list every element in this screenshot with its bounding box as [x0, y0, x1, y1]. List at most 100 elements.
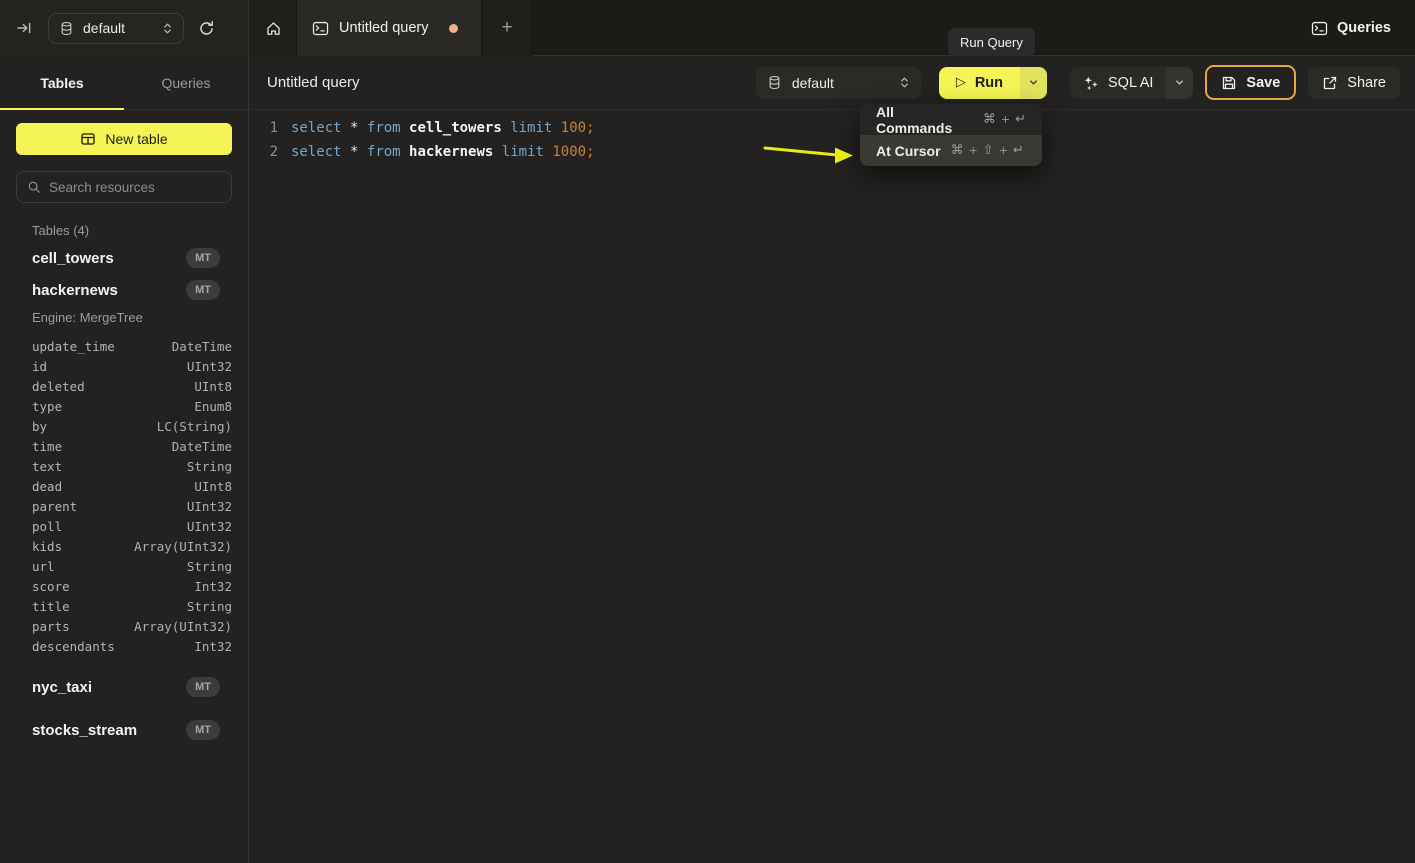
tab-home[interactable]	[250, 0, 297, 56]
top-bar: Untitled query + default Queries	[0, 0, 1415, 56]
column-row: url String	[32, 556, 232, 576]
column-type: DateTime	[172, 339, 232, 354]
key-glyph: ↵	[1013, 143, 1024, 158]
code-line[interactable]: 1 select * from cell_towers limit 100;	[250, 116, 1415, 140]
save-button[interactable]: Save	[1205, 65, 1296, 100]
tab-untitled-query[interactable]: Untitled query	[297, 0, 482, 56]
run-button: ▷ Run	[939, 67, 1047, 99]
key-glyph: ↵	[1015, 112, 1026, 127]
share-icon	[1322, 75, 1338, 91]
engine-badge: MT	[186, 280, 220, 300]
run-button-dropdown[interactable]	[1020, 67, 1047, 99]
database-selector-toolbar[interactable]: default	[756, 67, 921, 99]
sql-ai-button-label: SQL AI	[1108, 75, 1153, 91]
code-area: 1 select * from cell_towers limit 100; 2 se…	[250, 116, 1415, 164]
save-icon	[1221, 75, 1237, 91]
table-engine-label: Engine: MergeTree	[0, 306, 248, 328]
run-menu: All Commands⌘+↵At Cursor⌘+⇧+↵	[860, 104, 1042, 166]
tab-label: Untitled query	[339, 20, 428, 36]
code-line[interactable]: 2 select * from hackernews limit 1000;	[250, 140, 1415, 164]
collapse-sidebar-icon[interactable]	[16, 20, 32, 36]
new-table-button[interactable]: New table	[16, 123, 232, 155]
engine-badge: MT	[186, 720, 220, 740]
query-title: Untitled query	[267, 74, 360, 91]
column-row: type Enum8	[32, 396, 232, 416]
table-row[interactable]: hackernewsMT	[0, 274, 248, 306]
plus-separator: +	[999, 144, 1008, 157]
table-row[interactable]: nyc_taxiMT	[0, 671, 248, 703]
database-icon	[767, 75, 782, 90]
run-query-tooltip: Run Query	[948, 28, 1035, 56]
column-row: kids Array(UInt32)	[32, 536, 232, 556]
search-icon	[27, 180, 41, 194]
column-type: String	[187, 599, 232, 614]
column-type: UInt8	[194, 479, 232, 494]
column-row: partsArray(UInt32)	[32, 616, 232, 636]
sql-ai-button-main[interactable]: SQL AI	[1070, 67, 1166, 99]
database-icon	[59, 21, 74, 36]
column-row: parentUInt32	[32, 496, 232, 516]
sidebar-tab-tables-label: Tables	[40, 75, 83, 91]
column-type: String	[187, 459, 232, 474]
query-toolbar: Untitled query default ▷ Run SQL AI	[250, 56, 1415, 110]
code-text: select * from hackernews limit 1000;	[291, 144, 595, 160]
database-selector-value: default	[792, 75, 889, 91]
column-row: timeDateTime	[32, 436, 232, 456]
run-menu-item[interactable]: At Cursor⌘+⇧+↵	[860, 135, 1042, 166]
chevron-down-icon	[1028, 77, 1039, 88]
run-menu-item[interactable]: All Commands⌘+↵	[860, 104, 1042, 135]
column-row: deleted UInt8	[32, 376, 232, 396]
column-row: update_timeDateTime	[32, 336, 232, 356]
column-name: kids	[32, 539, 62, 554]
column-name: dead	[32, 479, 62, 494]
column-type: Array(UInt32)	[134, 539, 232, 554]
shortcut-keys: ⌘+↵	[983, 112, 1026, 127]
tables-section-title: Tables (4)	[32, 223, 232, 238]
sidebar-tab-tables[interactable]: Tables	[0, 56, 124, 109]
key-glyph: ⌘	[951, 143, 964, 158]
table-name: stocks_stream	[32, 722, 137, 739]
new-tab-button[interactable]: +	[482, 0, 533, 56]
column-type: String	[187, 559, 232, 574]
column-name: deleted	[32, 379, 85, 394]
column-name: descendants	[32, 639, 115, 654]
tables-list: cell_towersMThackernewsMTEngine: MergeTr…	[0, 242, 248, 746]
column-type: UInt32	[187, 519, 232, 534]
table-row[interactable]: stocks_stream MT	[0, 714, 248, 746]
engine-badge: MT	[186, 248, 220, 268]
table-columns-list: update_timeDateTimeidUInt32 deleted UInt8 t…	[0, 328, 248, 660]
column-type: UInt8	[194, 379, 232, 394]
column-name: text	[32, 459, 62, 474]
share-button[interactable]: Share	[1308, 67, 1400, 99]
chevron-down-icon	[1174, 77, 1185, 88]
tab-strip: Untitled query +	[250, 0, 533, 56]
search-input[interactable]	[49, 180, 221, 195]
refresh-icon[interactable]	[198, 20, 215, 37]
column-name: url	[32, 559, 55, 574]
queries-button[interactable]: Queries	[1311, 0, 1391, 56]
home-icon	[265, 20, 282, 37]
sql-ai-dropdown[interactable]	[1166, 67, 1193, 99]
column-type: Enum8	[194, 399, 232, 414]
key-glyph: ⌘	[983, 112, 996, 127]
save-button-label: Save	[1246, 75, 1280, 91]
line-number: 1	[266, 120, 278, 136]
run-button-main[interactable]: ▷ Run	[939, 67, 1020, 99]
column-name: type	[32, 399, 62, 414]
sidebar: Tables Queries New table Tables (4) cell…	[0, 56, 249, 863]
key-glyph: ⇧	[983, 143, 994, 158]
column-row: idUInt32	[32, 356, 232, 376]
sidebar-tab-queries[interactable]: Queries	[124, 56, 248, 109]
column-type: LC(String)	[157, 419, 232, 434]
database-selector-topbar[interactable]: default	[48, 13, 184, 44]
plus-separator: +	[969, 144, 978, 157]
table-row[interactable]: cell_towers MT	[0, 242, 248, 274]
code-text: select * from cell_towers limit 100;	[291, 120, 595, 136]
unsaved-dot	[449, 24, 458, 33]
table-name: cell_towers	[32, 250, 114, 267]
line-number: 2	[266, 144, 278, 160]
sql-editor[interactable]: 1 select * from cell_towers limit 100; 2 se…	[250, 110, 1415, 863]
terminal-icon	[312, 20, 329, 37]
column-name: parts	[32, 619, 70, 634]
column-name: poll	[32, 519, 62, 534]
